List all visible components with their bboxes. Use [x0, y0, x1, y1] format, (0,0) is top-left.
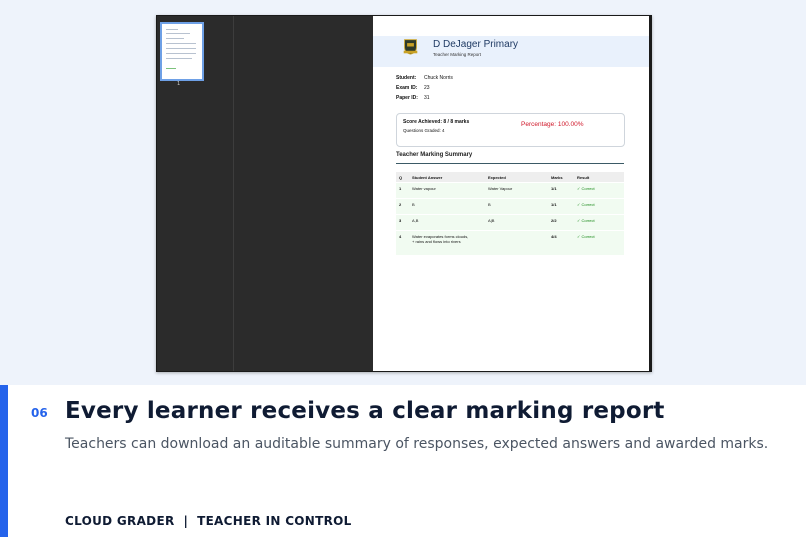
col-expected: Expected [488, 175, 506, 180]
pdf-viewer: 1 D DeJager Primary Teacher Marking Repo… [156, 15, 652, 372]
page-edge [649, 16, 651, 371]
score-achieved: Score Achieved: 8 / 8 marks [403, 119, 470, 125]
paper-value: 31 [424, 95, 430, 101]
slide-number: 06 [31, 406, 48, 420]
row-result: ✓ Correct [577, 202, 595, 207]
row-q: 2 [399, 202, 402, 207]
row-expected: Water Vapour [488, 186, 513, 191]
report-subtitle: Teacher Marking Report [433, 52, 482, 57]
row-marks: 1/1 [551, 202, 557, 207]
paper-row: Paper ID: 31 [396, 95, 430, 101]
row-q: 1 [399, 186, 402, 191]
accent-bar [0, 385, 8, 537]
exam-value: 23 [424, 85, 430, 91]
row-marks: 4/4 [551, 234, 557, 239]
table-row: 4 Water evaporates forms clouds, + rains… [396, 231, 624, 255]
paper-label: Paper ID: [396, 95, 418, 101]
school-name: D DeJager Primary [433, 39, 519, 50]
thumbnail-sidebar: 1 [157, 16, 234, 371]
percentage: Percentage: 100.00% [521, 121, 584, 128]
thumbnail-page-number: 1 [177, 81, 181, 87]
viewer-canvas [234, 16, 373, 371]
summary-title: Teacher Marking Summary [396, 152, 473, 158]
questions-graded: Questions Graded: 4 [403, 128, 445, 133]
slide-subline: Teachers can download an auditable summa… [65, 436, 769, 452]
row-answer-cont: + rains and flows into rivers [412, 239, 461, 244]
row-answer: A,B [412, 218, 419, 223]
col-marks: Marks [551, 175, 563, 180]
page-thumbnail[interactable] [160, 22, 204, 81]
col-q: Q [399, 175, 403, 180]
table-row: 1 Water vapour Water Vapour 1/1 ✓ Correc… [396, 183, 624, 198]
row-result: ✓ Correct [577, 234, 595, 239]
table-row: 3 A,B A|B 2/2 ✓ Correct [396, 215, 624, 230]
row-expected: A|B [488, 218, 495, 223]
summary-divider [396, 163, 624, 164]
row-result: ✓ Correct [577, 218, 595, 223]
exam-row: Exam ID: 23 [396, 85, 430, 91]
row-expected: B [488, 202, 491, 207]
col-result: Result [577, 175, 590, 180]
slide-footer: CLOUD GRADER | TEACHER IN CONTROL [65, 514, 352, 528]
row-marks: 2/2 [551, 218, 557, 223]
table-header: Q Student Answer Expected Marks Result [396, 172, 624, 182]
report-page: D DeJager Primary Teacher Marking Report… [373, 16, 649, 371]
student-value: Chuck Norris [424, 75, 453, 81]
col-student-answer: Student Answer [412, 175, 443, 180]
slide-headline: Every learner receives a clear marking r… [65, 398, 665, 424]
row-q: 4 [399, 234, 402, 239]
score-box: Score Achieved: 8 / 8 marks Questions Gr… [396, 113, 625, 147]
row-marks: 1/1 [551, 186, 557, 191]
table-row: 2 B B 1/1 ✓ Correct [396, 199, 624, 214]
row-answer: B [412, 202, 415, 207]
row-q: 3 [399, 218, 402, 223]
school-crest-icon [403, 39, 418, 55]
row-result: ✓ Correct [577, 186, 595, 191]
row-answer: Water vapour [412, 186, 436, 191]
exam-label: Exam ID: [396, 85, 418, 91]
student-row: Student: Chuck Norris [396, 75, 453, 81]
student-label: Student: [396, 75, 417, 81]
